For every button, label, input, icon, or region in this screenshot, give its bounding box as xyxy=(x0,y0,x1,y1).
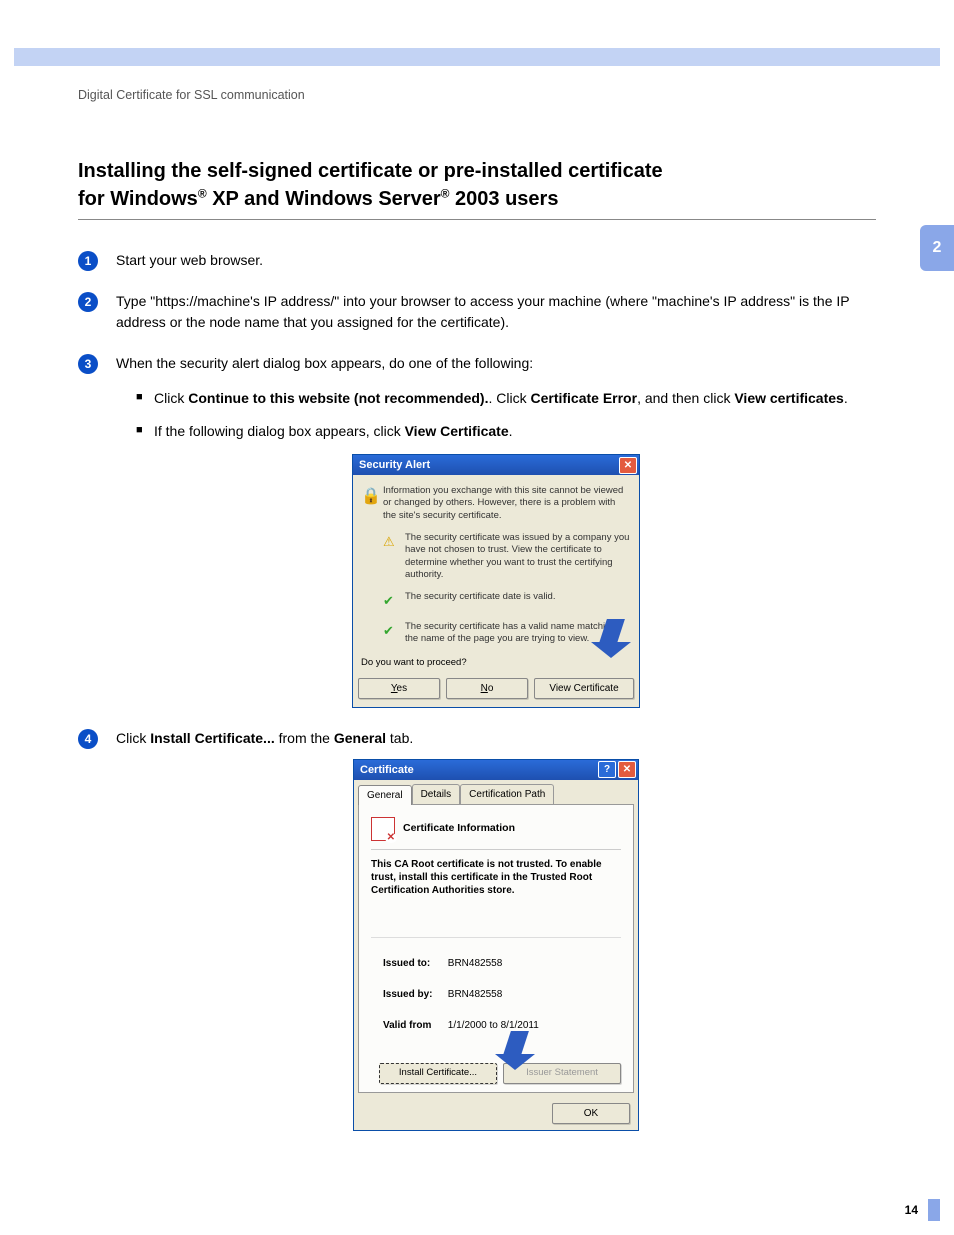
step-3: 3 When the security alert dialog box app… xyxy=(78,353,876,708)
tab-general[interactable]: General xyxy=(358,785,412,805)
header-rule xyxy=(14,48,940,66)
certificate-badge-icon xyxy=(371,817,395,841)
no-button[interactable]: No xyxy=(446,678,528,699)
cert-date-valid-text: The security certificate date is valid. xyxy=(405,591,631,611)
close-button[interactable]: ✕ xyxy=(618,761,636,778)
dialog-title: Certificate xyxy=(360,762,414,779)
view-certificate-button[interactable]: View Certificate xyxy=(534,678,634,699)
step-1: 1 Start your web browser. xyxy=(78,250,876,271)
install-certificate-button[interactable]: Install Certificate... xyxy=(379,1063,497,1084)
close-button[interactable]: ✕ xyxy=(619,457,637,474)
section-path: Digital Certificate for SSL communicatio… xyxy=(78,88,876,102)
help-button[interactable]: ? xyxy=(598,761,616,778)
cert-warning-text: The security certificate was issued by a… xyxy=(405,532,631,581)
step-4: 4 Click Install Certificate... from the … xyxy=(78,728,876,1131)
certificate-dialog: Certificate ? ✕ General Details Certific… xyxy=(353,759,639,1131)
dialog-intro-text: Information you exchange with this site … xyxy=(383,485,631,522)
pointer-arrow-icon xyxy=(495,1031,535,1070)
chapter-tab: 2 xyxy=(920,225,954,271)
ok-button[interactable]: OK xyxy=(552,1103,630,1124)
issued-by-field: Issued by: BRN482558 xyxy=(371,987,621,1002)
titlebar: Security Alert ✕ xyxy=(353,455,639,475)
check-icon: ✔ xyxy=(383,591,405,611)
dialog-title: Security Alert xyxy=(359,457,430,474)
tab-certification-path[interactable]: Certification Path xyxy=(460,784,554,804)
titlebar: Certificate ? ✕ xyxy=(354,760,638,780)
step-2: 2 Type "https://machine's IP address/" i… xyxy=(78,291,876,333)
page-number: 14 xyxy=(905,1203,918,1217)
pointer-arrow-icon xyxy=(591,619,631,658)
step-number-2: 2 xyxy=(78,292,98,312)
page-corner-tab xyxy=(928,1199,940,1221)
step3-bullet-2: If the following dialog box appears, cli… xyxy=(136,421,876,442)
page-heading: Installing the self-signed certificate o… xyxy=(78,157,876,220)
security-alert-dialog: Security Alert ✕ 🔒 Information you excha… xyxy=(352,454,640,708)
check-icon: ✔ xyxy=(383,621,405,646)
tab-details[interactable]: Details xyxy=(412,784,461,804)
step-number-4: 4 xyxy=(78,729,98,749)
step-number-3: 3 xyxy=(78,354,98,374)
step3-bullet-1: Click Continue to this website (not reco… xyxy=(136,388,876,409)
step-number-1: 1 xyxy=(78,251,98,271)
warning-icon: ⚠ xyxy=(383,532,405,581)
issued-to-field: Issued to: BRN482558 xyxy=(371,956,621,971)
lock-icon: 🔒 xyxy=(361,485,383,522)
trust-warning-text: This CA Root certificate is not trusted.… xyxy=(371,858,621,897)
yes-button[interactable]: Yes xyxy=(358,678,440,699)
certificate-information-heading: Certificate Information xyxy=(403,821,515,837)
